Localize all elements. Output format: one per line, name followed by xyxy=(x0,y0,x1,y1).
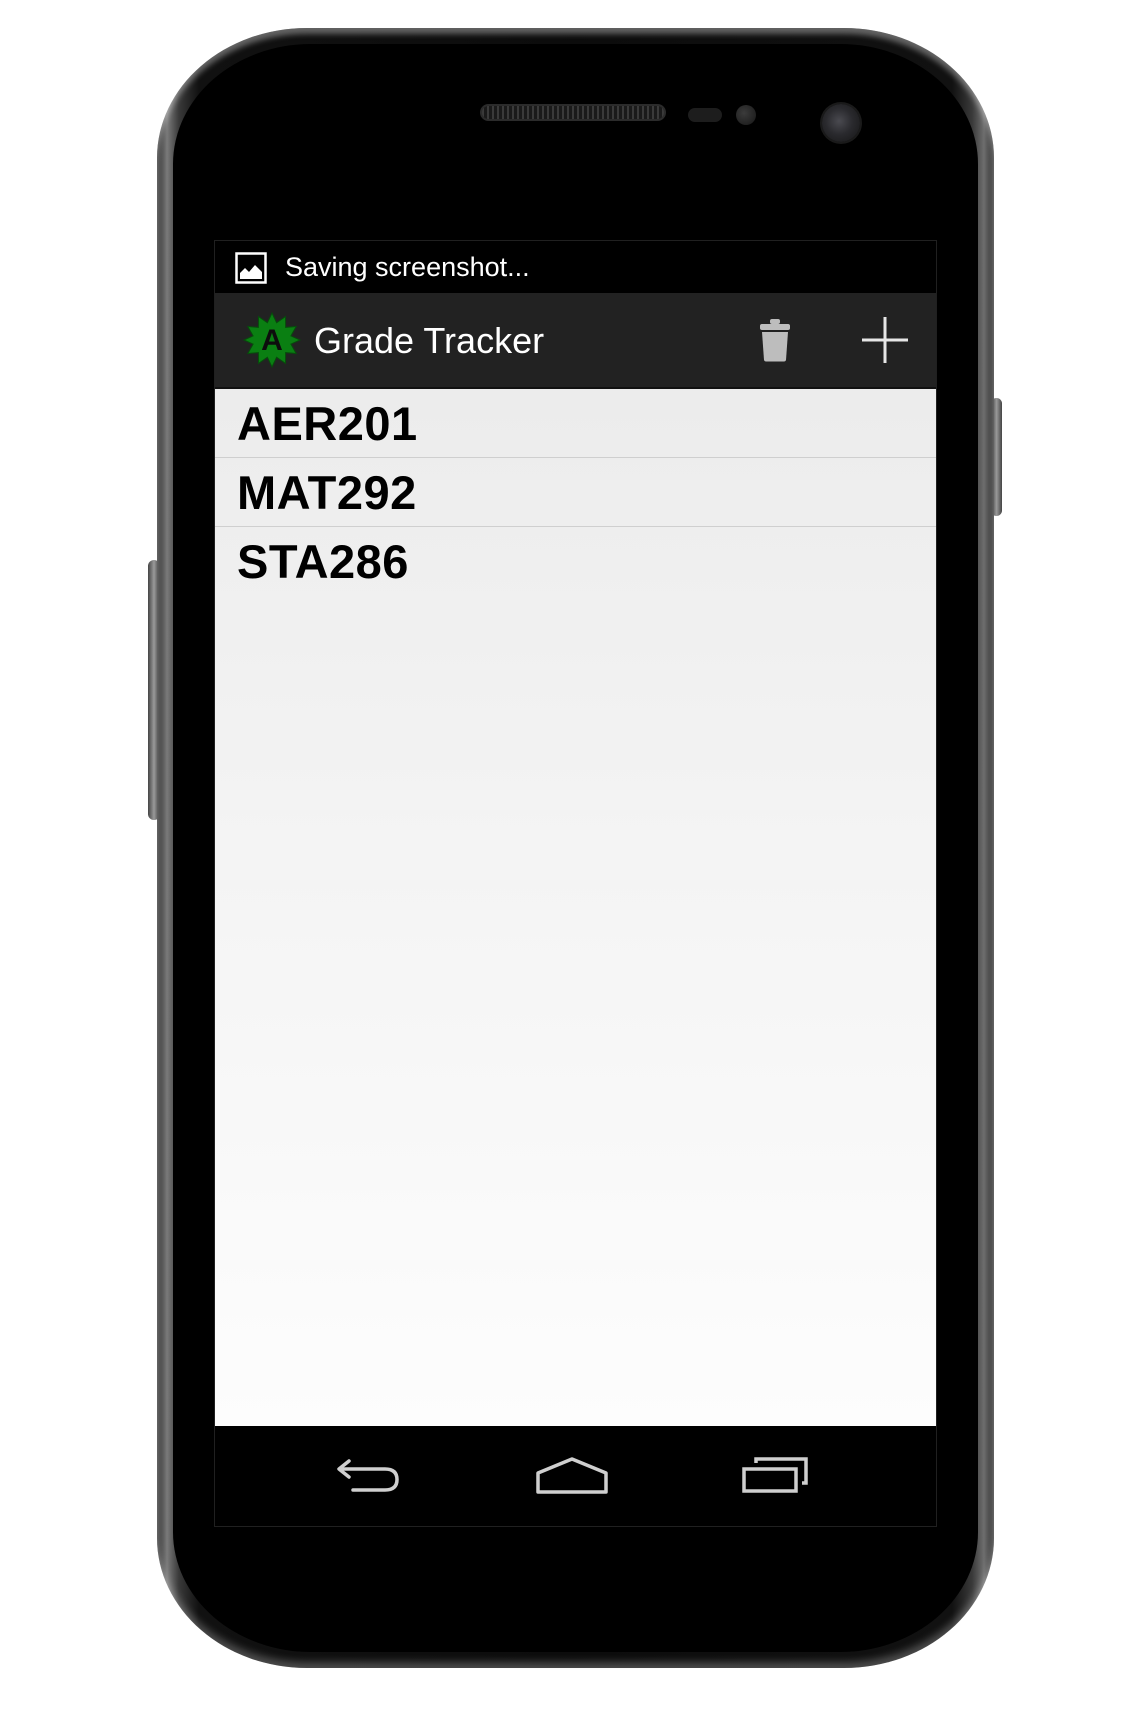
list-item[interactable]: STA286 xyxy=(215,527,936,596)
list-item[interactable]: MAT292 xyxy=(215,458,936,527)
plus-icon xyxy=(862,317,908,363)
action-bar: A Grade Tracker xyxy=(215,293,936,389)
back-button[interactable] xyxy=(313,1440,423,1510)
badge-letter: A xyxy=(261,324,283,357)
navigation-bar xyxy=(215,1426,936,1526)
app-title: Grade Tracker xyxy=(314,320,545,361)
proximity-sensor xyxy=(688,108,722,122)
grade-a-badge-icon[interactable]: A xyxy=(243,311,301,369)
course-list: AER201 MAT292 STA286 xyxy=(215,389,936,1426)
front-camera xyxy=(822,104,860,142)
add-button[interactable] xyxy=(835,293,935,387)
list-item[interactable]: AER201 xyxy=(215,389,936,458)
image-icon xyxy=(235,252,267,284)
back-icon xyxy=(337,1459,399,1492)
delete-button[interactable] xyxy=(725,293,825,387)
home-button[interactable] xyxy=(517,1440,627,1510)
light-sensor xyxy=(736,105,756,125)
recent-apps-icon xyxy=(742,1457,808,1493)
status-bar: Saving screenshot... xyxy=(215,241,936,293)
earpiece-speaker xyxy=(480,104,666,121)
notification-text: Saving screenshot... xyxy=(285,252,530,282)
trash-icon xyxy=(760,319,790,362)
recent-apps-button[interactable] xyxy=(720,1440,830,1510)
phone-screen: Saving screenshot... A Grade Tracker AER… xyxy=(214,240,937,1527)
home-icon xyxy=(536,1457,608,1494)
